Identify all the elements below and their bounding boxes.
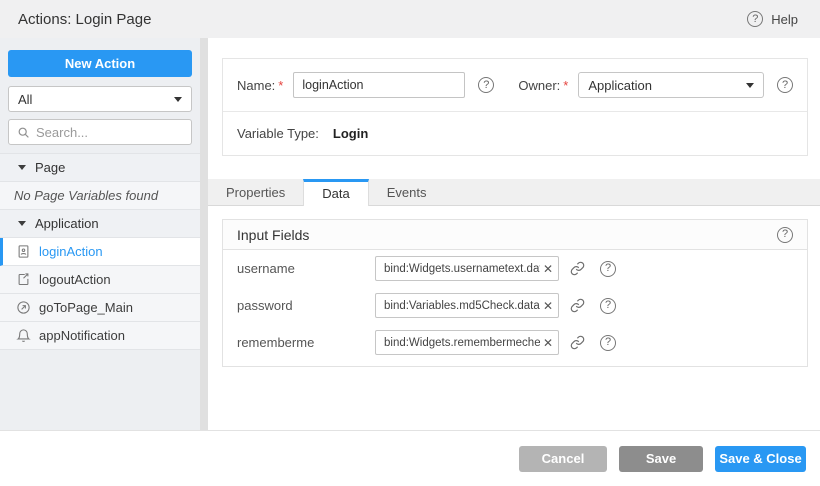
variable-type-label: Variable Type:	[237, 126, 319, 141]
footer-actions: Cancel Save Save & Close	[0, 430, 820, 486]
bind-value-input[interactable]	[384, 263, 540, 275]
input-fields-title: Input Fields	[237, 227, 309, 243]
tree-item-loginAction[interactable]: loginAction	[0, 238, 200, 266]
field-label: username	[237, 261, 375, 276]
panel-divider[interactable]	[200, 38, 208, 430]
actions-dialog: Actions: Login Page Help New Action All …	[0, 0, 820, 486]
tree-group-page[interactable]: Page	[0, 154, 200, 182]
new-action-button[interactable]: New Action	[8, 50, 192, 77]
sidebar: New Action All Page No Page Variables fo…	[0, 38, 200, 430]
input-field-row-password: password	[223, 287, 807, 324]
help-label: Help	[771, 12, 798, 27]
logout-icon	[16, 272, 31, 287]
tab-properties[interactable]: Properties	[208, 179, 303, 205]
owner-value: Application	[588, 78, 652, 93]
header: Actions: Login Page Help	[0, 0, 820, 38]
sidebar-filler	[0, 350, 200, 430]
search-icon	[17, 126, 30, 139]
filter-select[interactable]: All	[8, 86, 192, 112]
help-icon	[747, 11, 763, 27]
required-asterisk: *	[278, 78, 283, 93]
caret-down-icon	[18, 165, 26, 170]
field-help-icon[interactable]	[600, 335, 616, 351]
bind-link-icon[interactable]	[570, 298, 585, 313]
name-owner-row: Name:* Owner:* Application	[223, 59, 807, 111]
tree-item-label: loginAction	[39, 244, 103, 259]
clear-bind-icon[interactable]	[543, 300, 553, 312]
clear-bind-icon[interactable]	[543, 263, 553, 275]
tree-group-application[interactable]: Application	[0, 210, 200, 238]
page-empty-message: No Page Variables found	[0, 182, 200, 210]
required-asterisk: *	[563, 78, 568, 93]
chevron-down-icon	[174, 97, 182, 102]
action-summary-panel: Name:* Owner:* Application Variable Type…	[222, 58, 808, 156]
search-box[interactable]	[8, 119, 192, 145]
tab-bar: Properties Data Events	[208, 179, 820, 206]
field-label: password	[237, 298, 375, 313]
save-button[interactable]: Save	[619, 446, 703, 472]
input-field-row-rememberme: rememberme	[223, 324, 807, 361]
login-icon	[16, 244, 31, 259]
bind-link-icon[interactable]	[570, 261, 585, 276]
bind-link-icon[interactable]	[570, 335, 585, 350]
tree-item-label: appNotification	[39, 328, 125, 343]
tree-item-logoutAction[interactable]: logoutAction	[0, 266, 200, 294]
variable-type-value: Login	[333, 126, 368, 141]
tree-item-appNotification[interactable]: appNotification	[0, 322, 200, 350]
cancel-button[interactable]: Cancel	[519, 446, 607, 472]
bind-value-input[interactable]	[384, 337, 540, 349]
goto-page-icon	[16, 300, 31, 315]
content: New Action All Page No Page Variables fo…	[0, 38, 820, 430]
input-fields-help-icon[interactable]	[777, 227, 793, 243]
owner-label: Owner:	[518, 78, 560, 93]
main-panel: Name:* Owner:* Application Variable Type…	[208, 38, 820, 430]
input-fields-panel: Input Fields username password	[222, 219, 808, 367]
bind-value-box	[375, 256, 559, 281]
tree-item-goToPage_Main[interactable]: goToPage_Main	[0, 294, 200, 322]
notification-icon	[16, 328, 31, 343]
clear-bind-icon[interactable]	[543, 337, 553, 349]
name-input[interactable]	[293, 72, 465, 98]
variables-tree: Page No Page Variables found Application…	[0, 153, 200, 350]
owner-select[interactable]: Application	[578, 72, 764, 98]
field-help-icon[interactable]	[600, 298, 616, 314]
help-button[interactable]: Help	[747, 11, 798, 27]
input-field-row-username: username	[223, 250, 807, 287]
bind-value-box	[375, 330, 559, 355]
bind-value-box	[375, 293, 559, 318]
variable-type-row: Variable Type: Login	[223, 112, 807, 155]
input-fields-header: Input Fields	[223, 220, 807, 250]
owner-help-icon[interactable]	[777, 77, 793, 93]
name-label: Name:	[237, 78, 275, 93]
tree-group-label: Application	[35, 216, 99, 231]
field-label: rememberme	[237, 335, 375, 350]
chevron-down-icon	[746, 83, 754, 88]
save-and-close-button[interactable]: Save & Close	[715, 446, 806, 472]
name-help-icon[interactable]	[478, 77, 494, 93]
caret-down-icon	[18, 221, 26, 226]
filter-value: All	[18, 92, 32, 107]
tree-item-label: logoutAction	[39, 272, 111, 287]
bind-value-input[interactable]	[384, 300, 540, 312]
tree-item-label: goToPage_Main	[39, 300, 133, 315]
tab-events[interactable]: Events	[369, 179, 445, 205]
page-title: Actions: Login Page	[18, 11, 151, 28]
tree-group-label: Page	[35, 160, 65, 175]
tab-data[interactable]: Data	[303, 179, 368, 206]
search-input[interactable]	[36, 125, 183, 140]
field-help-icon[interactable]	[600, 261, 616, 277]
